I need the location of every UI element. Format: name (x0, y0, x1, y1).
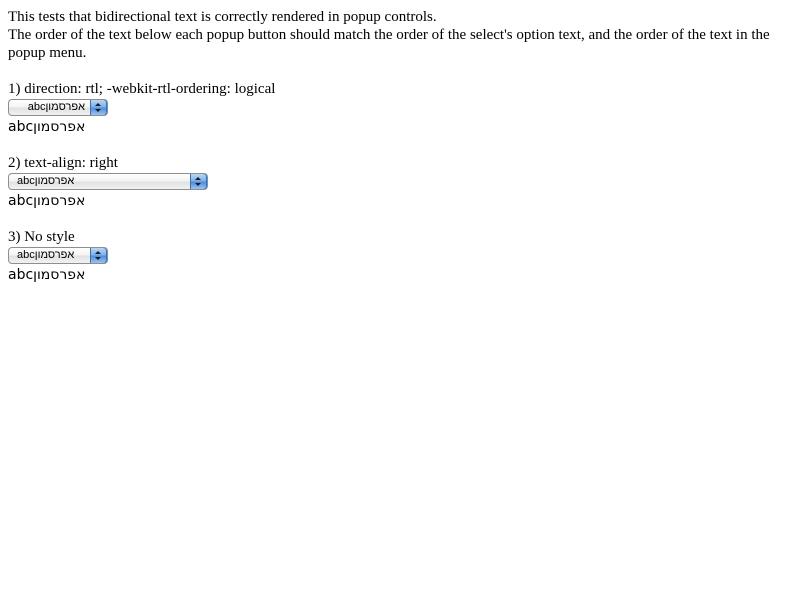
intro-line-2: The order of the text below each popup b… (8, 27, 770, 61)
popup-selected-value: abcאפרסמון (17, 249, 75, 261)
popup-button-text-align-right[interactable]: abcאפרסמון (8, 173, 208, 190)
arrow-down-icon (95, 257, 101, 260)
page: This tests that bidirectional text is co… (0, 0, 800, 284)
arrow-down-icon (195, 183, 201, 186)
popup-button-rtl[interactable]: abcאפרסמון (8, 99, 108, 116)
test-section-3: 3) No style abcאפרסמון abcאפרסמון (8, 228, 792, 284)
arrow-up-icon (95, 251, 101, 254)
arrow-up-icon (95, 103, 101, 106)
section-heading: 3) No style (8, 229, 75, 245)
intro-line-1: This tests that bidirectional text is co… (8, 9, 437, 25)
arrow-up-icon (195, 177, 201, 180)
order-text: abcאפרסמון (8, 267, 86, 283)
arrow-down-icon (95, 109, 101, 112)
order-text: abcאפרסמון (8, 193, 86, 209)
test-section-1: 1) direction: rtl; -webkit-rtl-ordering:… (8, 80, 792, 136)
popup-button-no-style[interactable]: abcאפרסמון (8, 247, 108, 264)
section-heading: 1) direction: rtl; -webkit-rtl-ordering:… (8, 81, 276, 97)
order-text: abcאפרסמון (8, 119, 86, 135)
intro: This tests that bidirectional text is co… (8, 8, 792, 62)
popup-arrows-icon (190, 174, 207, 189)
popup-selected-value: abcאפרסמון (27, 101, 85, 113)
popup-selected-value: abcאפרסמון (17, 175, 75, 187)
test-section-2: 2) text-align: right abcאפרסמון abcאפרסמ… (8, 154, 792, 210)
section-heading: 2) text-align: right (8, 155, 118, 171)
popup-arrows-icon (90, 100, 107, 115)
popup-arrows-icon (90, 248, 107, 263)
